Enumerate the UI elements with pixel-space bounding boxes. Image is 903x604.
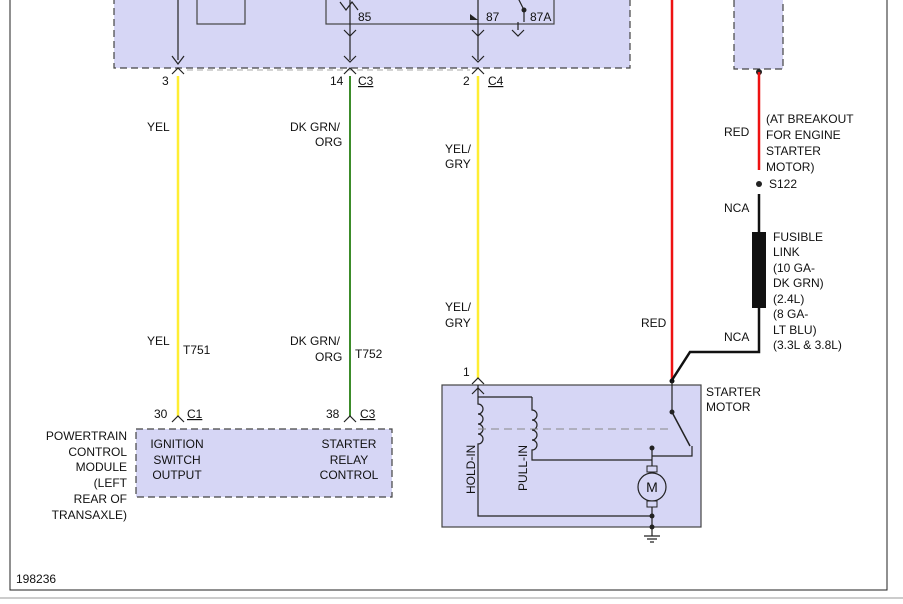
wire-label-yelgry-top-2: GRY: [445, 157, 471, 171]
connector-symbol-pin14: [343, 67, 357, 75]
breakout-note-line-3: STARTER: [766, 144, 821, 158]
wire-label-dkgrn-bot-2: ORG: [315, 350, 342, 364]
wire-label-yel-bottom: YEL: [147, 334, 170, 348]
fusible-link-line-1: FUSIBLE: [773, 230, 823, 244]
pcm-relay-line-1: STARTER: [322, 437, 377, 451]
starter-name-line-1: STARTER: [706, 385, 761, 399]
pin-label-38: 38: [326, 407, 340, 421]
wiring-diagram: 85 87 87A 3 14 C3 2 C4 YEL YEL T751 DK G…: [0, 0, 903, 604]
fusible-link-line-4: DK GRN): [773, 276, 824, 290]
starter-name-line-2: MOTOR: [706, 400, 751, 414]
motor-ground-node: [649, 513, 655, 519]
pcm-ignition-line-3: OUTPUT: [152, 468, 202, 482]
pcm-ignition-line-2: SWITCH: [153, 453, 200, 467]
pcm-relay-line-3: CONTROL: [320, 468, 379, 482]
pull-in-label: PULL-IN: [516, 445, 530, 491]
connector-symbol-pcm-38: [343, 415, 357, 423]
splice-s122-dot: [756, 181, 762, 187]
ground-icon: [644, 535, 660, 543]
pcm-name-line-3: MODULE: [76, 460, 127, 474]
connector-symbol-pin2: [471, 67, 485, 75]
diagram-svg: 85 87 87A 3 14 C3 2 C4 YEL YEL T751 DK G…: [0, 0, 903, 599]
connector-symbol-pin3: [171, 67, 185, 75]
fusible-link-line-8: (3.3L & 3.8L): [773, 338, 842, 352]
breakout-note-line-1: (AT BREAKOUT: [766, 112, 854, 126]
hold-in-label: HOLD-IN: [464, 445, 478, 494]
pcm-name-line-6: TRANSAXLE): [52, 508, 127, 522]
motor-symbol: M: [646, 479, 658, 495]
circuit-label-t752: T752: [355, 347, 383, 361]
pin-label-1: 1: [463, 365, 470, 379]
motor-brush-bottom: [646, 500, 658, 508]
breakout-note-line-2: FOR ENGINE: [766, 128, 841, 142]
motor-brush-top: [646, 465, 658, 473]
wire-label-dkgrn-bot-1: DK GRN/: [290, 334, 341, 348]
relay-87a-contact: [521, 7, 527, 13]
relay-pin-85: 85: [358, 10, 372, 24]
pin-label-14: 14: [330, 74, 344, 88]
splice-label: S122: [769, 177, 797, 191]
fusible-link-line-7: LT BLU): [773, 323, 817, 337]
wire-label-yelgry-bot-1: YEL/: [445, 300, 472, 314]
pin-label-30: 30: [154, 407, 168, 421]
fusible-link-symbol: [752, 232, 766, 308]
connector-name-c3-pcm: C3: [360, 407, 376, 421]
relay-pin-87a: 87A: [530, 10, 551, 24]
breakout-note-line-4: MOTOR): [766, 160, 814, 174]
case-ground-node: [649, 524, 655, 530]
fusible-link-line-3: (10 GA-: [773, 261, 815, 275]
relay-module-inner-box: [196, 0, 246, 25]
pcm-name-line-4: (LEFT: [94, 476, 128, 490]
fusible-link-line-6: (8 GA-: [773, 307, 808, 321]
connector-name-c1: C1: [187, 407, 203, 421]
wire-label-nca-bottom: NCA: [724, 330, 749, 344]
wire-label-red-right: RED: [724, 125, 750, 139]
connector-name-c3-top: C3: [358, 74, 374, 88]
wire-label-dkgrn-top-2: ORG: [315, 135, 342, 149]
connector-symbol-pcm-30: [171, 415, 185, 423]
circuit-label-t751: T751: [183, 343, 211, 357]
wire-label-yelgry-bot-2: GRY: [445, 316, 471, 330]
wire-label-yelgry-top-1: YEL/: [445, 142, 472, 156]
wire-label-nca-top: NCA: [724, 201, 749, 215]
connector-name-c4: C4: [488, 74, 504, 88]
pin-label-2: 2: [463, 74, 470, 88]
switch-pivot: [669, 409, 675, 415]
relay-pin-87: 87: [486, 10, 500, 24]
figure-id: 198236: [16, 572, 56, 586]
pcm-name-line-2: CONTROL: [68, 445, 127, 459]
fusible-link-line-2: LINK: [773, 245, 800, 259]
pcm-ignition-line-1: IGNITION: [150, 437, 203, 451]
wire-label-red-left: RED: [641, 316, 667, 330]
wire-nca-bottom: [670, 308, 761, 381]
wire-label-dkgrn-top-1: DK GRN/: [290, 120, 341, 134]
pcm-relay-line-2: RELAY: [330, 453, 368, 467]
connector-symbol-starter-1: [471, 377, 485, 385]
pcm-name-line-1: POWERTRAIN: [46, 429, 127, 443]
breakout-box: [733, 0, 784, 70]
wire-label-yel-top: YEL: [147, 120, 170, 134]
pin-label-3: 3: [162, 74, 169, 88]
pcm-name-line-5: REAR OF: [74, 492, 127, 506]
fusible-link-line-5: (2.4L): [773, 292, 804, 306]
